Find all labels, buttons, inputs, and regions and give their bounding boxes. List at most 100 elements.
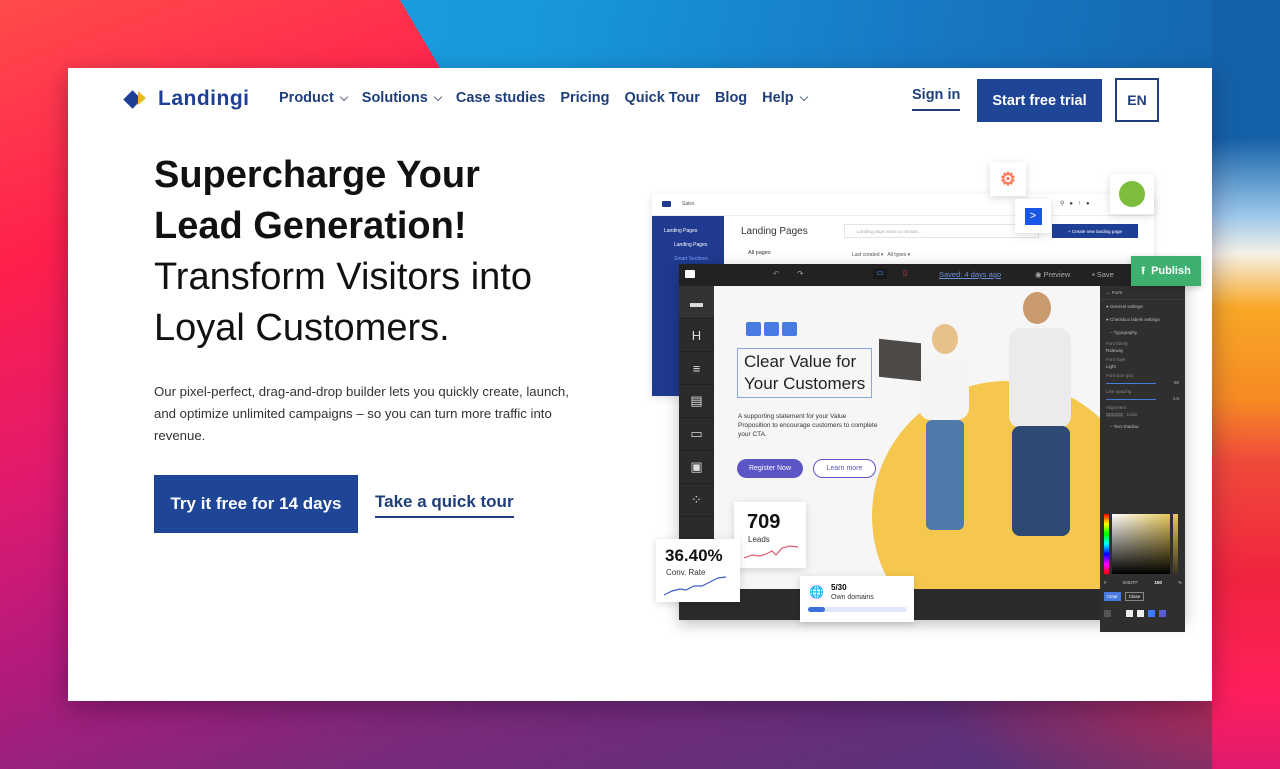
hue-slider [1104, 514, 1109, 574]
image-tool-icon: ▣ [679, 451, 714, 484]
dashboard-search: Landing page name or domain... [844, 224, 1039, 238]
browser-window: Landingi Product Solutions Case studies … [68, 68, 1212, 701]
wallpaper-right [1212, 0, 1280, 769]
chevron-down-icon [339, 92, 349, 101]
leads-value: 709 [747, 511, 781, 533]
woman-head [932, 324, 958, 354]
panel-value: 50 [1173, 380, 1179, 385]
nav-label: Pricing [560, 90, 610, 106]
editor-logo-icon [685, 270, 695, 278]
landingi-logo[interactable]: Landingi [123, 87, 250, 111]
language-selector[interactable]: EN [1115, 78, 1159, 122]
save-button: ▪ Save [1092, 270, 1114, 279]
workspace-name: Sales [682, 201, 695, 207]
sign-in-link[interactable]: Sign in [912, 87, 961, 111]
color-picker-area [1112, 514, 1170, 574]
nav-label: Case studies [455, 90, 546, 106]
headline-line-4: Loyal Customers. [154, 307, 450, 349]
canvas-register-button: Register Now [737, 459, 803, 478]
canvas-text: A supporting statement for your Value Pr… [738, 413, 878, 438]
nav-item-help[interactable]: Help [762, 90, 808, 106]
opacity-slider [1173, 514, 1178, 574]
widgets-tool-icon: ⁘ [679, 484, 714, 517]
publish-label: Publish [1151, 265, 1191, 277]
element-mini-toolbar [746, 322, 797, 336]
percent-label: % [1177, 580, 1182, 585]
close-color-button: Close [1124, 592, 1145, 601]
nav-label: Product [279, 90, 334, 106]
man-jeans [1012, 426, 1070, 536]
panel-label: Color [1126, 412, 1138, 417]
editor-settings-panel: ← Form ● General settings ● Checkbox lab… [1100, 286, 1185, 632]
panel-item: Checkbox labels settings [1109, 317, 1160, 322]
section-tool-icon: ▬ [679, 286, 714, 319]
hubspot-icon: ⚙ [999, 168, 1017, 189]
hubspot-logo-tile: ⚙ [990, 162, 1026, 196]
box-tool-icon: ▤ [679, 385, 714, 418]
globe-icon: 🌐 [809, 585, 824, 599]
man-head [1023, 292, 1051, 324]
quick-tour-link[interactable]: Take a quick tour [375, 492, 514, 518]
nav-item-quick-tour[interactable]: Quick Tour [624, 90, 699, 106]
create-landing-page-button: + Create new landing page [1052, 224, 1138, 238]
laptop-image [879, 338, 921, 382]
panel-label: Font family [1106, 341, 1129, 346]
panel-label: Text shadow [1113, 424, 1139, 429]
nav-label: Solutions [361, 90, 428, 106]
nav-label: Quick Tour [624, 90, 700, 106]
headline-line-3: Transform Visitors into [154, 256, 532, 298]
green-logo-icon [1119, 181, 1145, 207]
nav-item-product[interactable]: Product [279, 90, 349, 106]
redo-icon: ↷ [797, 269, 804, 278]
domains-value: 5/30 [831, 583, 847, 592]
nav-item-blog[interactable]: Blog [715, 90, 747, 106]
panel-value: Raleway [1106, 348, 1124, 353]
logo-mark-icon [123, 88, 150, 110]
man-shirt [1009, 328, 1071, 428]
start-free-trial-button[interactable]: Start free trial [977, 79, 1102, 122]
button-tool-icon: ▭ [679, 418, 714, 451]
nav-item-pricing[interactable]: Pricing [560, 90, 609, 106]
activecampaign-icon: > [1024, 207, 1042, 225]
domains-progress-track [808, 607, 907, 612]
hero-headline: Supercharge Your Lead Generation! Transf… [154, 150, 532, 354]
app-logo-icon [662, 201, 671, 207]
heading-tool-icon: H [679, 319, 714, 352]
opacity-value: 100 [1154, 580, 1162, 585]
domains-card: 🌐 5/30 Own domains [800, 576, 914, 622]
undo-icon: ↶ [773, 269, 780, 278]
nav-item-solutions[interactable]: Solutions [361, 90, 443, 106]
woman-jeans [926, 420, 964, 530]
panel-label: Alignment [1106, 405, 1127, 410]
font-size-slider: 50 [1100, 380, 1185, 387]
headline-line-2: Lead Generation! [154, 205, 467, 247]
nav-item-case-studies[interactable]: Case studies [456, 90, 545, 106]
clear-color-button: Clear [1104, 592, 1121, 601]
domains-label: Own domains [831, 594, 874, 601]
sort-filter: Last created [852, 252, 880, 258]
mobile-view-icon: ▯ [903, 268, 908, 277]
panel-label: Line spacing [1106, 389, 1132, 394]
nav-label: Help [762, 90, 794, 106]
try-free-button[interactable]: Try it free for 14 days [154, 475, 358, 533]
hero-description: Our pixel-perfect, drag-and-drop builder… [154, 384, 569, 443]
panel-item: General settings [1109, 304, 1143, 309]
integration-logo-tile [1110, 174, 1154, 214]
nav-label: Blog [714, 90, 748, 106]
preview-label: Preview [1043, 270, 1071, 279]
panel-title: Form [1111, 290, 1123, 295]
chevron-down-icon [433, 92, 443, 101]
upload-icon: ⭱ [1141, 264, 1146, 277]
leads-card: 709 Leads [734, 502, 806, 568]
conversion-sparkline [664, 576, 727, 596]
line-spacing-slider: 1.6 [1100, 396, 1185, 403]
panel-item: Typography [1113, 330, 1138, 335]
conversion-rate-value: 36.40% [665, 546, 723, 565]
conversion-rate-card: 36.40% Conv. Rate [656, 539, 740, 602]
saved-status: Saved: 4 days ago [939, 270, 1002, 279]
activecampaign-logo-tile: > [1015, 199, 1051, 233]
dashboard-topbar: Sales ⚲●↑● [652, 194, 1154, 216]
panel-label: Font size (px) [1106, 373, 1134, 378]
editor-toolbar: ↶ ↷ ▭ ▯ Saved: 4 days ago ◉ Preview ▪ Sa… [679, 264, 1185, 286]
leads-sparkline [744, 545, 799, 559]
